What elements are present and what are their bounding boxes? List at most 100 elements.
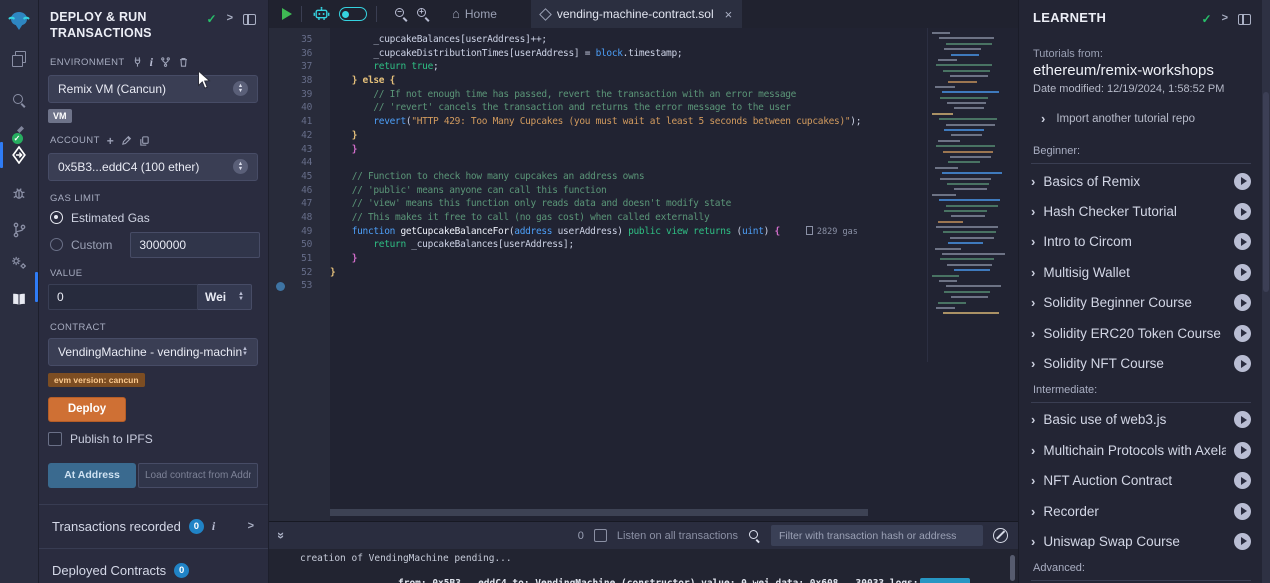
play-tutorial-button[interactable]: [1234, 325, 1251, 342]
terminal-toolbar: » 0 Listen on all transactions: [268, 522, 1018, 549]
terminal-filter-input[interactable]: [771, 525, 983, 546]
estimated-gas-label: Estimated Gas: [71, 211, 150, 225]
deploy-button[interactable]: Deploy: [48, 397, 126, 422]
tutorial-item[interactable]: ›NFT Auction Contract: [1031, 466, 1251, 496]
play-tutorial-button[interactable]: [1234, 233, 1251, 250]
play-tutorial-button[interactable]: [1234, 503, 1251, 520]
value-unit-select[interactable]: Wei ▲▼: [198, 284, 252, 310]
play-tutorial-button[interactable]: [1234, 203, 1251, 220]
tutorial-item-label: Basic use of web3.js: [1043, 412, 1226, 427]
breakpoint-dot[interactable]: [276, 282, 285, 291]
listen-all-transactions-checkbox[interactable]: [594, 529, 607, 542]
at-address-input[interactable]: [138, 463, 258, 488]
tutorial-item-label: Multisig Wallet: [1043, 265, 1226, 280]
chevron-right-icon: ›: [1031, 326, 1035, 341]
value-input[interactable]: [48, 284, 198, 310]
learneth-icon[interactable]: [0, 284, 38, 314]
clear-terminal-icon[interactable]: [993, 528, 1008, 543]
code-line: 47 // 'view' means this function only re…: [268, 197, 1018, 211]
learneth-title: LEARNETH: [1033, 10, 1106, 25]
chevron-right-icon: ›: [1031, 412, 1035, 427]
play-tutorial-button[interactable]: [1234, 264, 1251, 281]
run-script-icon[interactable]: [282, 8, 292, 20]
code-line: 36 _cupcakeDistributionTimes[userAddress…: [268, 47, 1018, 61]
remix-ide-window: ✓ DEPLOY & RUN TRANSACTIONS ✓ >: [0, 0, 1270, 583]
publish-ipfs-checkbox[interactable]: [48, 432, 62, 446]
panel-pin-icon[interactable]: [243, 14, 256, 25]
terminal-collapse-icon[interactable]: »: [274, 532, 289, 539]
learneth-pin-icon[interactable]: [1238, 14, 1251, 25]
transactions-count-badge: 0: [189, 519, 204, 534]
tutorial-item[interactable]: ›Multisig Wallet: [1031, 257, 1251, 287]
tutorial-item[interactable]: ›Solidity ERC20 Token Course: [1031, 318, 1251, 348]
zoom-in-icon[interactable]: +: [416, 7, 430, 21]
add-account-icon[interactable]: +: [107, 134, 114, 148]
tab-home[interactable]: ⌂ Home: [444, 0, 505, 28]
debug-button[interactable]: [920, 578, 970, 583]
environment-info-icon[interactable]: i: [150, 55, 154, 70]
import-tutorial-repo[interactable]: › Import another tutorial repo: [1041, 111, 1263, 126]
tutorial-item[interactable]: ›Basics of Remix: [1031, 166, 1251, 196]
tutorial-item[interactable]: ›Recorder: [1031, 496, 1251, 526]
home-tab-label: Home: [465, 7, 497, 21]
play-tutorial-button[interactable]: [1234, 411, 1251, 428]
unit-stepper-icon: ▲▼: [238, 292, 244, 302]
tutorial-item[interactable]: ›Intro to Circom: [1031, 227, 1251, 257]
evm-version-badge: evm version: cancun: [48, 373, 145, 387]
environment-select[interactable]: Remix VM (Cancun) ▲▼: [48, 75, 258, 103]
chevron-right-icon: ›: [1031, 234, 1035, 249]
play-tutorial-button[interactable]: [1234, 472, 1251, 489]
fork-environment-icon[interactable]: [160, 56, 171, 68]
terminal-vertical-scrollbar[interactable]: [1010, 555, 1015, 581]
sign-message-icon[interactable]: [121, 135, 132, 146]
file-explorer-icon[interactable]: [0, 43, 38, 73]
tutorial-item[interactable]: › Basic use of web3.js: [1031, 405, 1251, 435]
tutorial-item[interactable]: ›Uniswap Swap Course: [1031, 526, 1251, 556]
play-tutorial-button[interactable]: [1234, 173, 1251, 190]
tutorial-item[interactable]: ›Multichain Protocols with Axelar: [1031, 435, 1251, 465]
play-tutorial-button[interactable]: [1234, 294, 1251, 311]
plug-icon[interactable]: [132, 56, 143, 68]
debugger-icon[interactable]: [0, 178, 38, 208]
ai-copilot-robot-icon[interactable]: [313, 6, 330, 22]
tutorial-item[interactable]: ›Hash Checker Tutorial: [1031, 196, 1251, 226]
deploy-and-run-icon[interactable]: [0, 140, 38, 170]
tab-vending-machine-contract[interactable]: vending-machine-contract.sol ×: [531, 0, 742, 28]
contract-select[interactable]: VendingMachine - vending-machin ▲▼: [48, 338, 258, 366]
zoom-out-icon[interactable]: −: [394, 7, 408, 21]
panel-expand-icon[interactable]: >: [227, 12, 233, 24]
terminal-search-icon[interactable]: [748, 529, 761, 542]
account-select[interactable]: 0x5B3...eddC4 (100 ether) ▲▼: [48, 153, 258, 181]
learneth-expand-icon[interactable]: >: [1222, 12, 1228, 24]
custom-gas-input[interactable]: [130, 232, 260, 258]
minimap[interactable]: [927, 28, 1008, 362]
code-editor[interactable]: 35 _cupcakeBalances[userAddress]++;36 _c…: [268, 28, 1018, 522]
copilot-toggle[interactable]: [339, 7, 367, 21]
source-control-icon[interactable]: [0, 215, 38, 245]
estimated-gas-radio[interactable]: [50, 211, 63, 224]
tutorial-item[interactable]: ›Solidity NFT Course: [1031, 348, 1251, 378]
horizontal-scrollbar[interactable]: [330, 509, 868, 516]
at-address-button[interactable]: At Address: [48, 463, 136, 488]
code-line: 45 // Function to check how many cupcake…: [268, 170, 1018, 184]
code-line: 37 return true;: [268, 60, 1018, 74]
search-icon[interactable]: [0, 85, 38, 115]
delete-environment-icon[interactable]: [178, 56, 189, 68]
close-tab-icon[interactable]: ×: [725, 7, 733, 22]
code-line: 46 // 'public' means anyone can call thi…: [268, 184, 1018, 198]
settings-icon[interactable]: [0, 248, 38, 278]
play-tutorial-button[interactable]: [1234, 533, 1251, 550]
custom-gas-radio[interactable]: [50, 238, 63, 251]
transactions-expand-icon[interactable]: >: [248, 520, 254, 532]
right-scrollbar[interactable]: [1262, 0, 1270, 583]
play-tutorial-button[interactable]: [1234, 355, 1251, 372]
copy-account-icon[interactable]: [139, 135, 150, 147]
play-tutorial-button[interactable]: [1234, 442, 1251, 459]
code-line: 52}: [268, 266, 1018, 280]
chevron-right-icon: ›: [1031, 504, 1035, 519]
transactions-info-icon[interactable]: i: [212, 519, 215, 534]
remix-logo[interactable]: [0, 6, 38, 36]
contract-stepper-icon: ▲▼: [242, 347, 248, 357]
tutorial-item[interactable]: ›Solidity Beginner Course: [1031, 288, 1251, 318]
tutorial-item-label: NFT Auction Contract: [1043, 473, 1226, 488]
